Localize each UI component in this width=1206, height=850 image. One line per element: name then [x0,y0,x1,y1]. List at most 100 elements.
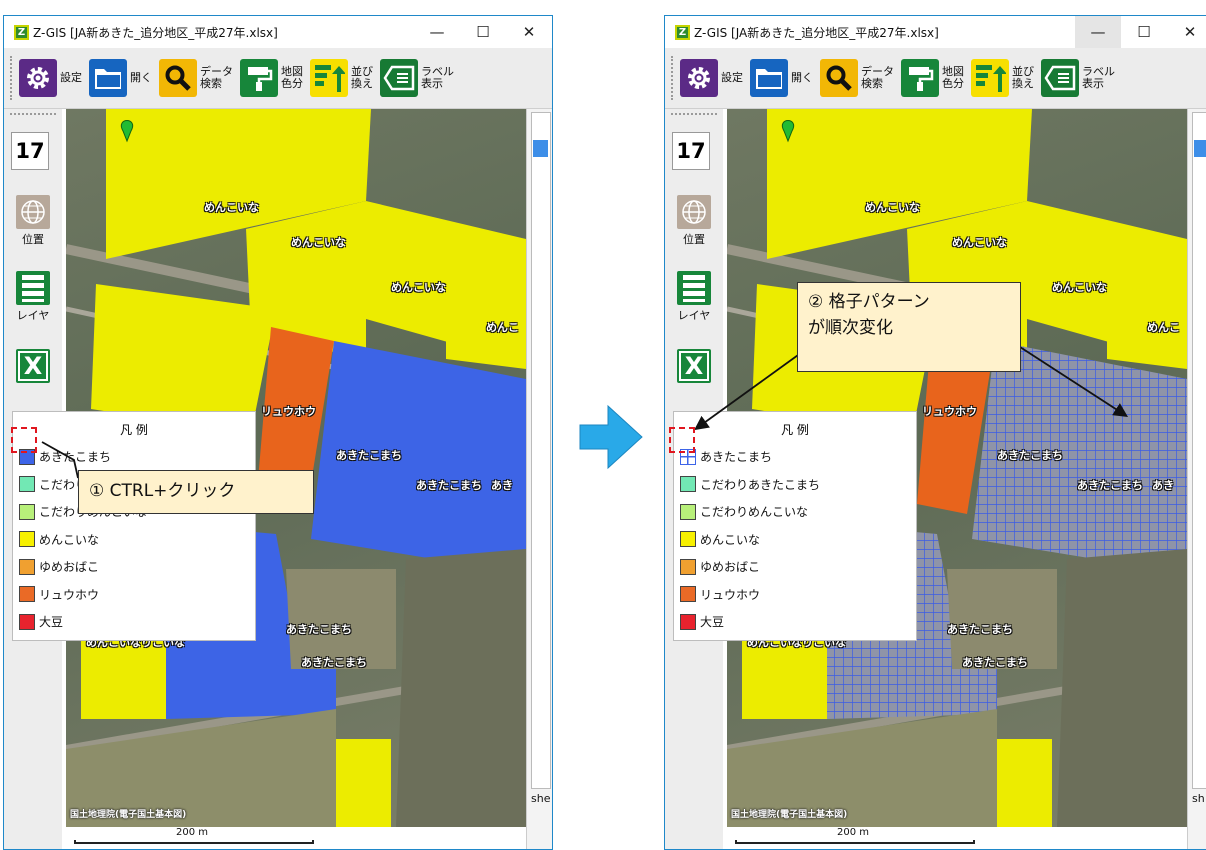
excel-button[interactable]: X [672,349,716,385]
open-label: 開く [130,71,152,84]
app-window-before: Z Z-GIS [JA新あきた_追分地区_平成27年.xlsx] — ☐ ✕ 設… [3,15,553,850]
label-display-button[interactable]: ラベル 表示 [1041,59,1115,97]
settings-button[interactable]: 設定 [680,59,743,97]
legend-swatch[interactable] [19,558,35,575]
legend-label: リュウホウ [700,587,761,602]
layer-button[interactable]: レイヤ [672,271,716,323]
legend-swatch[interactable] [19,613,35,630]
selected-sheet-row[interactable] [1194,140,1206,157]
legend-swatch[interactable] [680,503,696,520]
close-button[interactable]: ✕ [1167,16,1206,48]
label-icon [1041,59,1079,97]
folder-icon [89,59,127,97]
selected-sheet-row[interactable] [533,140,548,157]
toolbar-grip[interactable] [10,56,15,100]
legend-item[interactable]: 大豆 [13,608,255,636]
sheet-list[interactable] [1192,112,1206,789]
zoom-level[interactable]: 17 [11,132,49,170]
layer-button[interactable]: レイヤ [11,271,55,323]
map-color-label: 地図 色分 [942,65,964,90]
legend-swatch[interactable] [680,476,696,493]
legend-item[interactable]: めんこいな [13,526,255,554]
legend-swatch[interactable] [19,503,35,520]
legend-item[interactable]: リュウホウ [674,581,916,609]
legend-item[interactable]: リュウホウ [13,581,255,609]
sort-button[interactable]: 並び 換え [310,59,373,97]
legend-item[interactable]: ゆめおばこ [13,553,255,581]
legend-label: 大豆 [39,615,64,630]
window-title: Z-GIS [JA新あきた_追分地区_平成27年.xlsx] [33,25,278,40]
globe-icon [677,195,711,229]
step1-text: ① CTRL+クリック [89,481,236,501]
data-search-label: データ 検索 [861,65,894,90]
scale-label: 200 m [176,827,209,838]
map-label: リュウホウ [922,405,977,418]
legend-swatch[interactable] [680,531,696,548]
data-search-label: データ 検索 [200,65,233,90]
sidebar-grip[interactable] [10,113,56,115]
map-attribution: 国土地理院(電子国土基本図) [70,810,187,820]
map-label: あきたこまち [416,479,482,492]
legend-label: めんこいな [700,532,761,547]
label-display-button[interactable]: ラベル 表示 [380,59,454,97]
sort-button[interactable]: 並び 換え [971,59,1034,97]
title-bar: Z Z-GIS [JA新あきた_追分地区_平成27年.xlsx] — ☐ ✕ [665,16,1206,48]
scale-line [735,840,975,844]
legend-swatch[interactable] [680,613,696,630]
open-button[interactable]: 開く [89,59,152,97]
map-label: めんこいな [952,236,1007,249]
data-search-button[interactable]: データ 検索 [159,59,233,97]
position-button[interactable]: 位置 [11,195,55,247]
open-button[interactable]: 開く [750,59,813,97]
legend-item[interactable]: あきたこまち [674,443,916,471]
legend-swatch[interactable] [680,558,696,575]
legend-item[interactable]: 大豆 [674,608,916,636]
layer-icon [16,271,50,305]
legend-item[interactable]: ゆめおばこ [674,553,916,581]
map-attribution: 国土地理院(電子国土基本図) [731,810,848,820]
open-label: 開く [791,71,813,84]
minimize-button[interactable]: — [414,16,460,48]
map-color-button[interactable]: 地図 色分 [901,59,964,97]
settings-button[interactable]: 設定 [19,59,82,97]
minimize-button[interactable]: — [1075,16,1121,48]
legend-swatch[interactable] [19,586,35,603]
maximize-button[interactable]: ☐ [460,16,506,48]
map-label: めんこいな [1052,281,1107,294]
map-color-button[interactable]: 地図 色分 [240,59,303,97]
legend-swatch[interactable] [19,531,35,548]
sidebar-grip[interactable] [671,113,717,115]
map-color-label: 地図 色分 [281,65,303,90]
legend-title: 凡 例 [120,423,148,437]
legend-title: 凡 例 [781,423,809,437]
toolbar-grip[interactable] [671,56,676,100]
map-label: めんこいな [865,201,920,214]
scale-bar: 200 m [727,827,1187,849]
legend-swatch[interactable] [19,476,35,493]
zoom-level[interactable]: 17 [672,132,710,170]
sheet-list[interactable] [531,112,551,789]
folder-icon [750,59,788,97]
legend-item[interactable]: めんこいな [674,526,916,554]
selection-highlight-before [11,427,37,453]
excel-icon: X [16,349,50,383]
legend-item[interactable]: こだわりあきたこまち [674,471,916,499]
sheet-tab[interactable]: sh [1192,792,1205,805]
legend-item[interactable]: あきたこまち [13,443,255,471]
map-label: あき [1152,479,1174,492]
gear-icon [680,59,718,97]
position-button[interactable]: 位置 [672,195,716,247]
legend-label: あきたこまち [700,450,773,465]
maximize-button[interactable]: ☐ [1121,16,1167,48]
legend-item[interactable]: こだわりめんこいな [674,498,916,526]
excel-button[interactable]: X [11,349,55,385]
selection-highlight-after [669,427,695,453]
scale-line [74,840,314,844]
close-button[interactable]: ✕ [506,16,552,48]
sort-icon [310,59,348,97]
data-search-button[interactable]: データ 検索 [820,59,894,97]
legend-swatch[interactable] [680,586,696,603]
sheet-tab[interactable]: she [531,792,550,805]
layer-icon [677,271,711,305]
map-label: あきたこまち [997,449,1063,462]
